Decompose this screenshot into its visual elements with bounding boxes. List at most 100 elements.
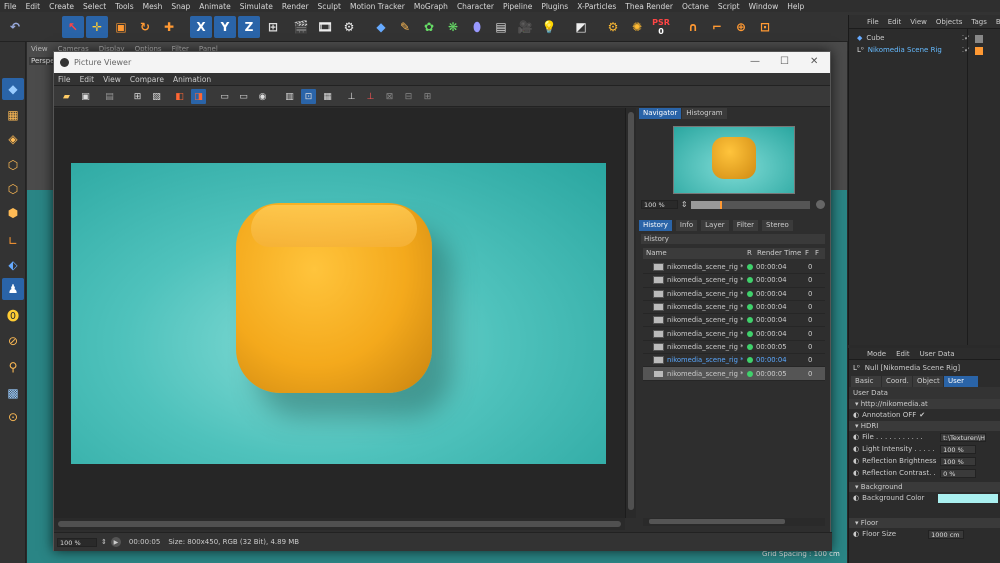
recent-tool-icon[interactable]: ✚ [158, 16, 180, 38]
save-icon[interactable]: ▣ [78, 89, 93, 104]
menu-item-x-particles[interactable]: X-Particles [577, 2, 616, 11]
stop-render-icon[interactable]: ◧ [172, 89, 187, 104]
undo-icon[interactable]: ↶ [4, 16, 26, 38]
axis-icon[interactable]: ⊕ [730, 16, 752, 38]
om-menu-b[interactable]: B [996, 18, 1000, 26]
attr-tab-user-data[interactable]: User Data [944, 376, 978, 387]
cube-icon[interactable]: ◆ [370, 16, 392, 38]
history-row[interactable]: nikomedia_scene_rig * 00:00:04 0 [643, 354, 825, 368]
menu-item-mesh[interactable]: Mesh [143, 2, 163, 11]
menu-item-plugins[interactable]: Plugins [541, 2, 568, 11]
zoom-stepper-icon[interactable]: ⇕ [101, 538, 107, 546]
render-frame-icon[interactable]: ◨ [191, 89, 206, 104]
pv-menu-file[interactable]: File [58, 75, 71, 84]
history-row[interactable]: nikomedia_scene_rig * 00:00:04 0 [643, 314, 825, 328]
region-render-icon[interactable]: ⊞ [130, 89, 145, 104]
floor-group[interactable]: ▾ Floor [849, 518, 1000, 528]
compare-mode-icon[interactable]: ▦ [320, 89, 335, 104]
tab-histogram[interactable]: Histogram [682, 108, 727, 119]
light-icon[interactable]: 💡 [538, 16, 560, 38]
status-zoom-field[interactable]: 100 % [57, 537, 97, 547]
zoom-field[interactable]: 100 % [641, 200, 678, 209]
menu-item-create[interactable]: Create [49, 2, 74, 11]
history-row[interactable]: nikomedia_scene_rig * 00:00:04 0 [643, 288, 825, 301]
attr-tab-object[interactable]: Object [913, 376, 943, 387]
background-group[interactable]: ▾ Background [849, 482, 1000, 492]
points-mode-icon[interactable]: ⬡ [2, 154, 24, 176]
copy-icon[interactable]: ▤ [102, 89, 117, 104]
tag-icon[interactable] [975, 35, 983, 43]
axis-mode-icon[interactable]: ∟ [2, 230, 24, 252]
history-scrollbar[interactable] [643, 518, 825, 526]
tweak-icon[interactable]: ◩ [570, 16, 592, 38]
snapshot-icon[interactable]: ◉ [255, 89, 270, 104]
render-picture-viewer-icon[interactable]: 🎞 [314, 16, 336, 38]
difference-icon[interactable]: ⊠ [382, 89, 397, 104]
menu-item-edit[interactable]: Edit [26, 2, 41, 11]
menu-item-character[interactable]: Character [457, 2, 494, 11]
menu-item-animate[interactable]: Animate [199, 2, 230, 11]
background-color-swatch[interactable] [938, 493, 999, 503]
move-icon[interactable]: ✛ [86, 16, 108, 38]
subdivision-icon[interactable]: ✿ [418, 16, 440, 38]
render-view-icon[interactable]: 🎬 [290, 16, 312, 38]
pv-menu-edit[interactable]: Edit [80, 75, 95, 84]
reflection-contrast-field[interactable]: 0 % [940, 468, 977, 478]
om-menu-view[interactable]: View [910, 18, 927, 26]
magnet-icon[interactable]: ∩ [682, 16, 704, 38]
menu-item-window[interactable]: Window [749, 2, 779, 11]
fit-view-icon[interactable]: ⊡ [301, 89, 316, 104]
om-menu-file[interactable]: File [867, 18, 879, 26]
light-intensity-field[interactable]: 100 % [940, 444, 977, 454]
play-icon[interactable]: ▶ [110, 537, 121, 547]
grid-icon[interactable]: ▩ [2, 382, 24, 404]
model-mode-icon[interactable]: ◆ [2, 78, 24, 100]
z-axis-button[interactable]: Z [238, 16, 260, 38]
navigator-thumbnail[interactable] [673, 126, 795, 194]
picture-viewer-titlebar[interactable]: Picture Viewer — ☐ ✕ [54, 52, 830, 73]
zoom-slider[interactable] [690, 200, 811, 209]
tab-navigator[interactable]: Navigator [639, 108, 682, 119]
am-menu-user-data[interactable]: User Data [920, 350, 955, 358]
menu-item-sculpt[interactable]: Sculpt [318, 2, 341, 11]
history-row[interactable]: nikomedia_scene_rig * 00:00:05 0 [643, 367, 825, 381]
zoom-stepper-icon[interactable]: ⇕ [681, 200, 688, 209]
tab-layer[interactable]: Layer [701, 220, 729, 231]
pv-menu-view[interactable]: View [103, 75, 121, 84]
overlay-icon[interactable]: ⊟ [401, 89, 416, 104]
menu-item-script[interactable]: Script [718, 2, 740, 11]
visibility-icon[interactable]: ⁚✔ [962, 34, 970, 42]
polygons-mode-icon[interactable]: ⬢ [2, 202, 24, 224]
tab-history[interactable]: History [639, 220, 672, 231]
render-settings-icon[interactable]: ⚙ [338, 16, 360, 38]
am-menu-mode[interactable]: Mode [867, 350, 886, 358]
file-field[interactable]: t:\Texturen\HD [940, 432, 987, 442]
render-canvas[interactable] [54, 108, 625, 518]
plane-icon[interactable]: ⚲ [2, 356, 24, 378]
menu-item-pipeline[interactable]: Pipeline [503, 2, 532, 11]
array-icon[interactable]: ❋ [442, 16, 464, 38]
close-icon[interactable]: ✕ [810, 56, 818, 67]
menu-item-help[interactable]: Help [787, 2, 804, 11]
history-row[interactable]: nikomedia_scene_rig * 00:00:04 0 [643, 274, 825, 288]
menu-item-render[interactable]: Render [282, 2, 309, 11]
history-row[interactable]: nikomedia_scene_rig * 00:00:04 0 [643, 261, 825, 275]
menu-item-octane[interactable]: Octane [682, 2, 709, 11]
texture-axis-icon[interactable]: ◈ [2, 128, 24, 150]
menu-item-mograph[interactable]: MoGraph [414, 2, 448, 11]
hdri-group[interactable]: ▾ HDRI [849, 421, 1000, 431]
scene-icon[interactable]: ▤ [490, 16, 512, 38]
axis-lock-icon[interactable]: ⊙ [2, 406, 24, 428]
swap-icon[interactable]: ▭ [236, 89, 251, 104]
lock-workplane-icon[interactable]: ⊘ [2, 330, 24, 352]
texture-mode-icon[interactable]: ▦ [2, 104, 24, 126]
menu-item-simulate[interactable]: Simulate [240, 2, 273, 11]
floor-size-field[interactable]: 1000 cm [928, 529, 965, 539]
x-axis-button[interactable]: X [190, 16, 212, 38]
zoom-reset-icon[interactable] [816, 200, 825, 209]
am-menu-edit[interactable]: Edit [896, 350, 910, 358]
tab-stereo[interactable]: Stereo [762, 220, 793, 231]
y-axis-button[interactable]: Y [214, 16, 236, 38]
camera-icon[interactable]: 🎥 [514, 16, 536, 38]
render-active-icon[interactable]: ▧ [149, 89, 164, 104]
